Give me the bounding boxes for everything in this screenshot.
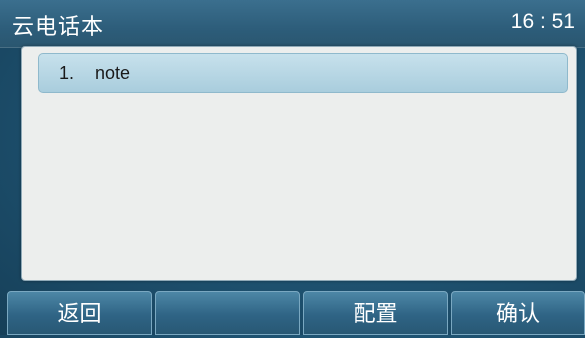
list-item-index: 1. bbox=[59, 63, 75, 83]
softkey-bar: 返回 配置 确认 bbox=[0, 291, 585, 335]
content-panel: 1. note bbox=[21, 46, 577, 281]
page-title: 云电话本 bbox=[12, 15, 105, 40]
list-item-label: note bbox=[95, 63, 131, 83]
confirm-button[interactable]: 确认 bbox=[451, 291, 585, 335]
clock: 16 : 51 bbox=[510, 10, 575, 33]
softkey-empty[interactable] bbox=[155, 291, 300, 335]
back-button[interactable]: 返回 bbox=[7, 291, 152, 335]
list-item-note[interactable]: 1. note bbox=[38, 53, 568, 93]
config-button[interactable]: 配置 bbox=[303, 291, 448, 335]
title-bar: 云电话本 16 : 51 bbox=[0, 0, 585, 48]
